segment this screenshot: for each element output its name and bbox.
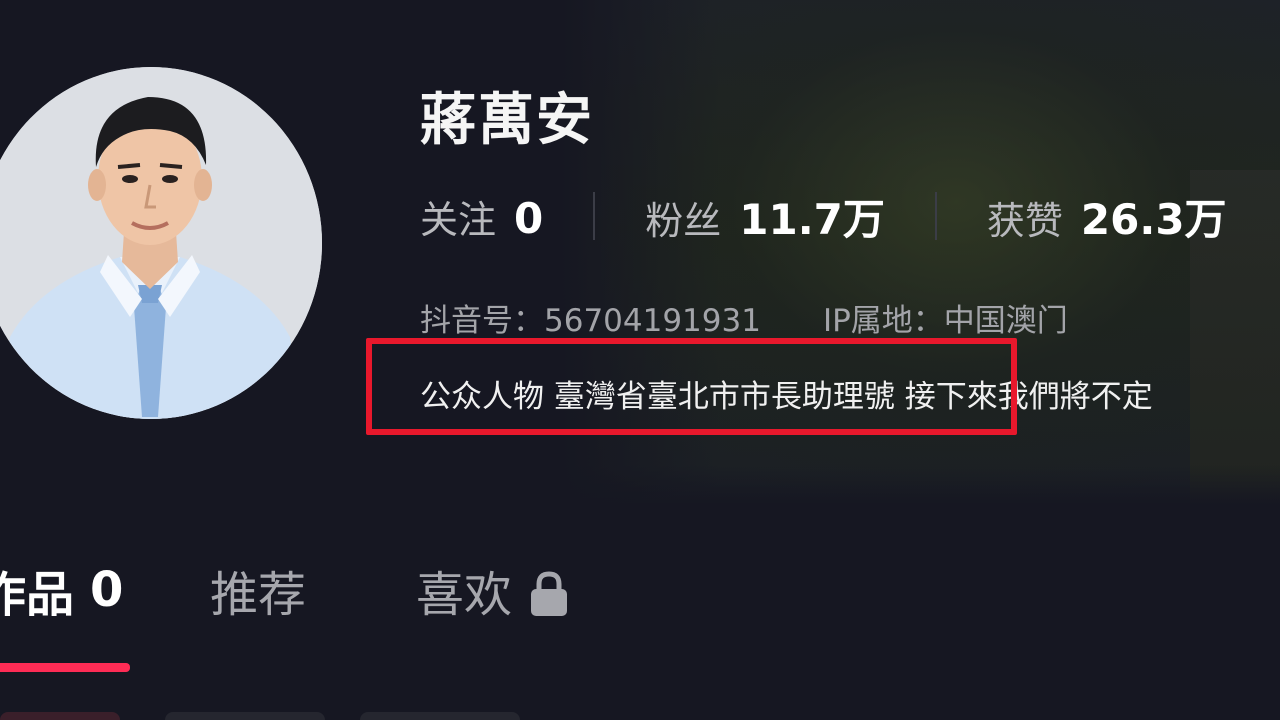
douyin-id: 抖音号：56704191931: [420, 303, 761, 339]
grid-thumbnail[interactable]: [0, 712, 120, 720]
profile-stats: 关注 0 粉丝 11.7万 获赞 26.3万: [420, 186, 1227, 246]
tab-recommend[interactable]: 推荐: [210, 545, 306, 635]
stat-divider: [593, 192, 596, 240]
profile-page: 蔣萬安 关注 0 粉丝 11.7万 获赞 26.3万 抖音号：567041919…: [0, 0, 1280, 720]
tab-recommend-label: 推荐: [210, 567, 307, 623]
tab-likes[interactable]: 喜欢: [416, 545, 570, 635]
lock-icon: [528, 570, 570, 618]
stat-divider: [934, 192, 937, 240]
tab-works-label: 作品: [0, 567, 75, 623]
stat-followers-value: 11.7万: [739, 194, 885, 244]
tab-works-count: 0: [90, 562, 124, 618]
highlight-annotation-box: [366, 338, 1017, 435]
avatar[interactable]: [0, 67, 322, 419]
tab-likes-label: 喜欢: [416, 567, 513, 623]
stat-followers[interactable]: 粉丝 11.7万: [645, 186, 885, 247]
grid-thumbnail[interactable]: [165, 712, 325, 720]
avatar-portrait-image: [0, 67, 322, 419]
stat-followers-label: 粉丝: [645, 198, 722, 243]
profile-tabs: 作品 0 推荐 喜欢: [0, 545, 1280, 635]
profile-name: 蔣萬安: [420, 88, 594, 153]
tab-works[interactable]: 作品 0: [0, 545, 123, 635]
stat-following-label: 关注: [420, 197, 497, 242]
stat-likes-value: 26.3万: [1080, 194, 1227, 244]
active-tab-indicator: [0, 663, 130, 672]
stat-following-value: 0: [514, 193, 544, 243]
ip-location: IP属地：中国澳门: [822, 303, 1068, 339]
stat-following[interactable]: 关注 0: [420, 189, 543, 244]
stat-likes[interactable]: 获赞 26.3万: [987, 186, 1227, 247]
grid-thumbnail[interactable]: [360, 712, 520, 720]
stat-likes-label: 获赞: [986, 198, 1063, 243]
